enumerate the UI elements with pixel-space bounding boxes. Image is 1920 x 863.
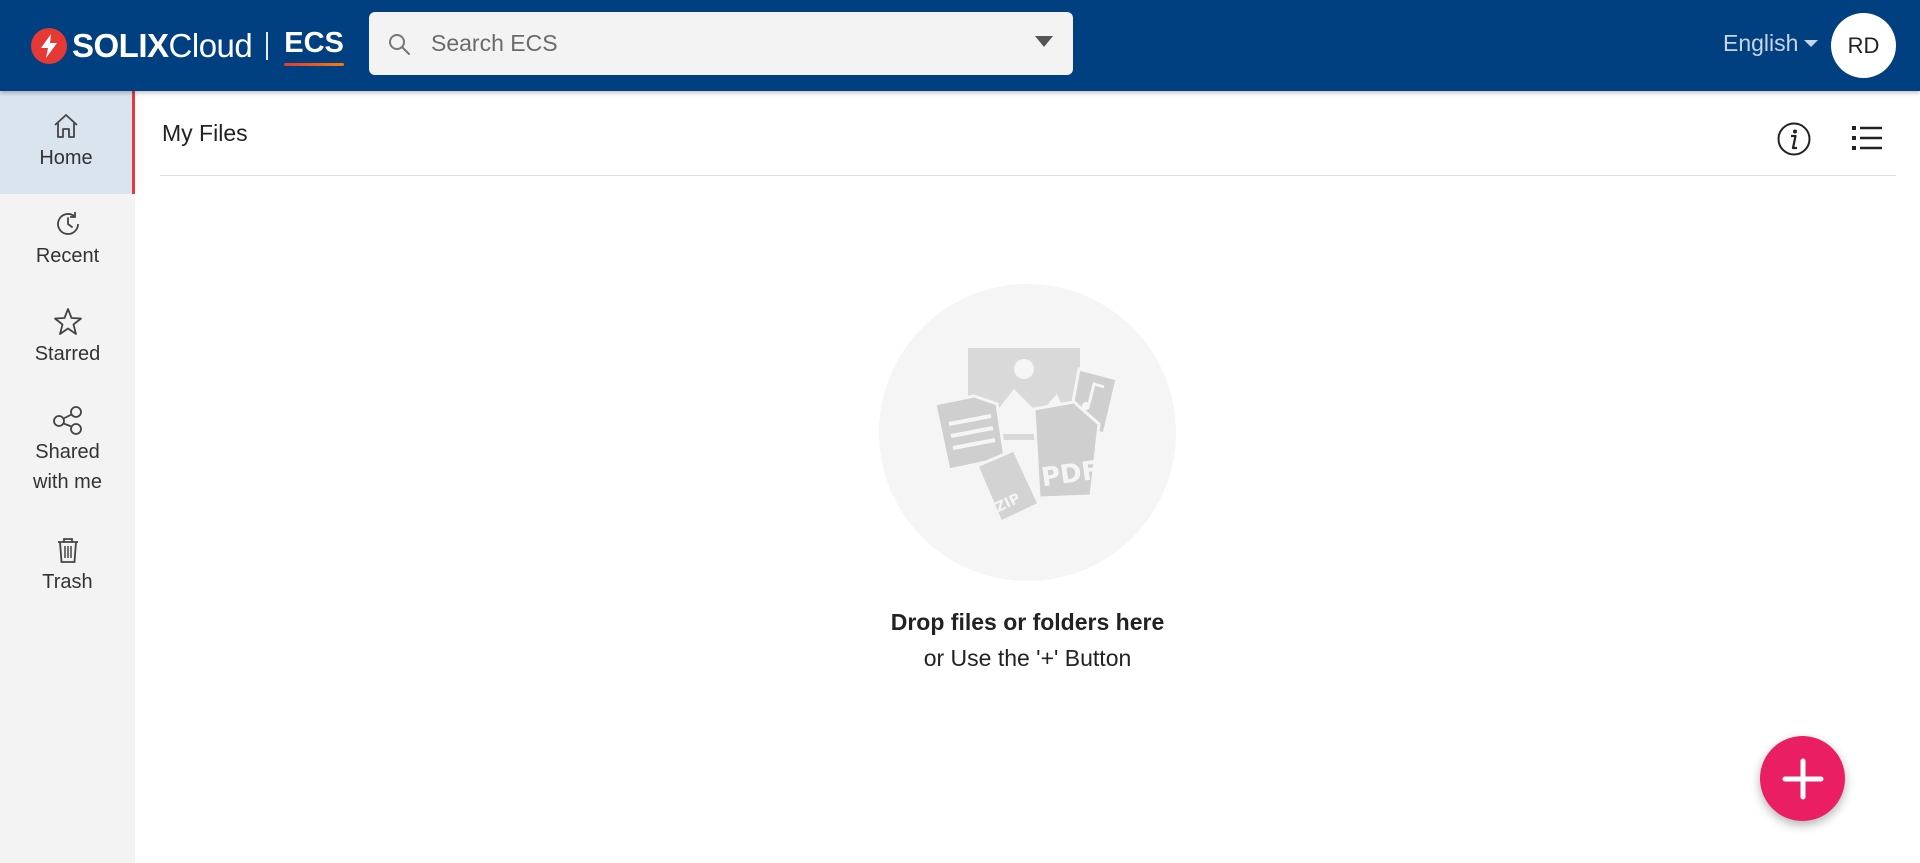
- empty-state-title: Drop files or folders here: [890, 609, 1165, 635]
- logo-divider: [266, 32, 269, 60]
- sidebar-item-trash[interactable]: Trash: [0, 535, 135, 597]
- recent-icon: [56, 212, 79, 235]
- language-label: English: [1723, 30, 1799, 56]
- search-input[interactable]: [431, 12, 991, 75]
- sidebar-item-starred[interactable]: Starred: [0, 307, 135, 369]
- sidebar-item-home[interactable]: Home: [0, 91, 135, 194]
- product-name: ECS: [284, 27, 344, 66]
- sidebar-item-label: Recent: [35, 245, 100, 267]
- share-icon: [52, 406, 82, 435]
- search-icon: [389, 34, 410, 55]
- sidebar: Home Recent Starred Shared with me Trash: [0, 91, 135, 863]
- empty-state-subtitle: or Use the '+' Button: [923, 645, 1132, 671]
- user-avatar[interactable]: RD: [1831, 13, 1896, 78]
- file-types-icon: PDF ZIP: [933, 348, 1119, 525]
- language-selector[interactable]: English: [1723, 30, 1819, 57]
- star-icon: [53, 308, 82, 335]
- sidebar-item-label: Trash: [42, 571, 93, 593]
- sidebar-item-label: Home: [39, 147, 93, 169]
- info-icon[interactable]: [1776, 121, 1812, 157]
- brand-name: SOLIXCloud: [72, 27, 253, 64]
- header-divider: [160, 175, 1896, 176]
- trash-icon: [57, 538, 78, 563]
- home-icon: [54, 114, 78, 138]
- search-options-dropdown-icon[interactable]: [1035, 36, 1053, 47]
- empty-state-illustration: PDF ZIP: [879, 284, 1176, 581]
- app-logo[interactable]: SOLIXCloud ECS: [31, 23, 344, 69]
- chevron-down-icon: [1804, 40, 1819, 47]
- plus-icon: [1782, 758, 1823, 799]
- sidebar-item-label: Shared with me: [33, 441, 102, 493]
- list-view-icon[interactable]: [1850, 122, 1884, 154]
- sidebar-item-label: Starred: [34, 343, 101, 365]
- top-header: SOLIXCloud ECS English RD: [0, 0, 1920, 91]
- sidebar-item-shared[interactable]: Shared with me: [0, 405, 135, 497]
- search-bar: [369, 12, 1073, 75]
- add-button[interactable]: [1760, 736, 1845, 821]
- sidebar-item-recent[interactable]: Recent: [0, 209, 135, 271]
- page-title: My Files: [162, 120, 248, 146]
- bolt-icon: [31, 28, 67, 64]
